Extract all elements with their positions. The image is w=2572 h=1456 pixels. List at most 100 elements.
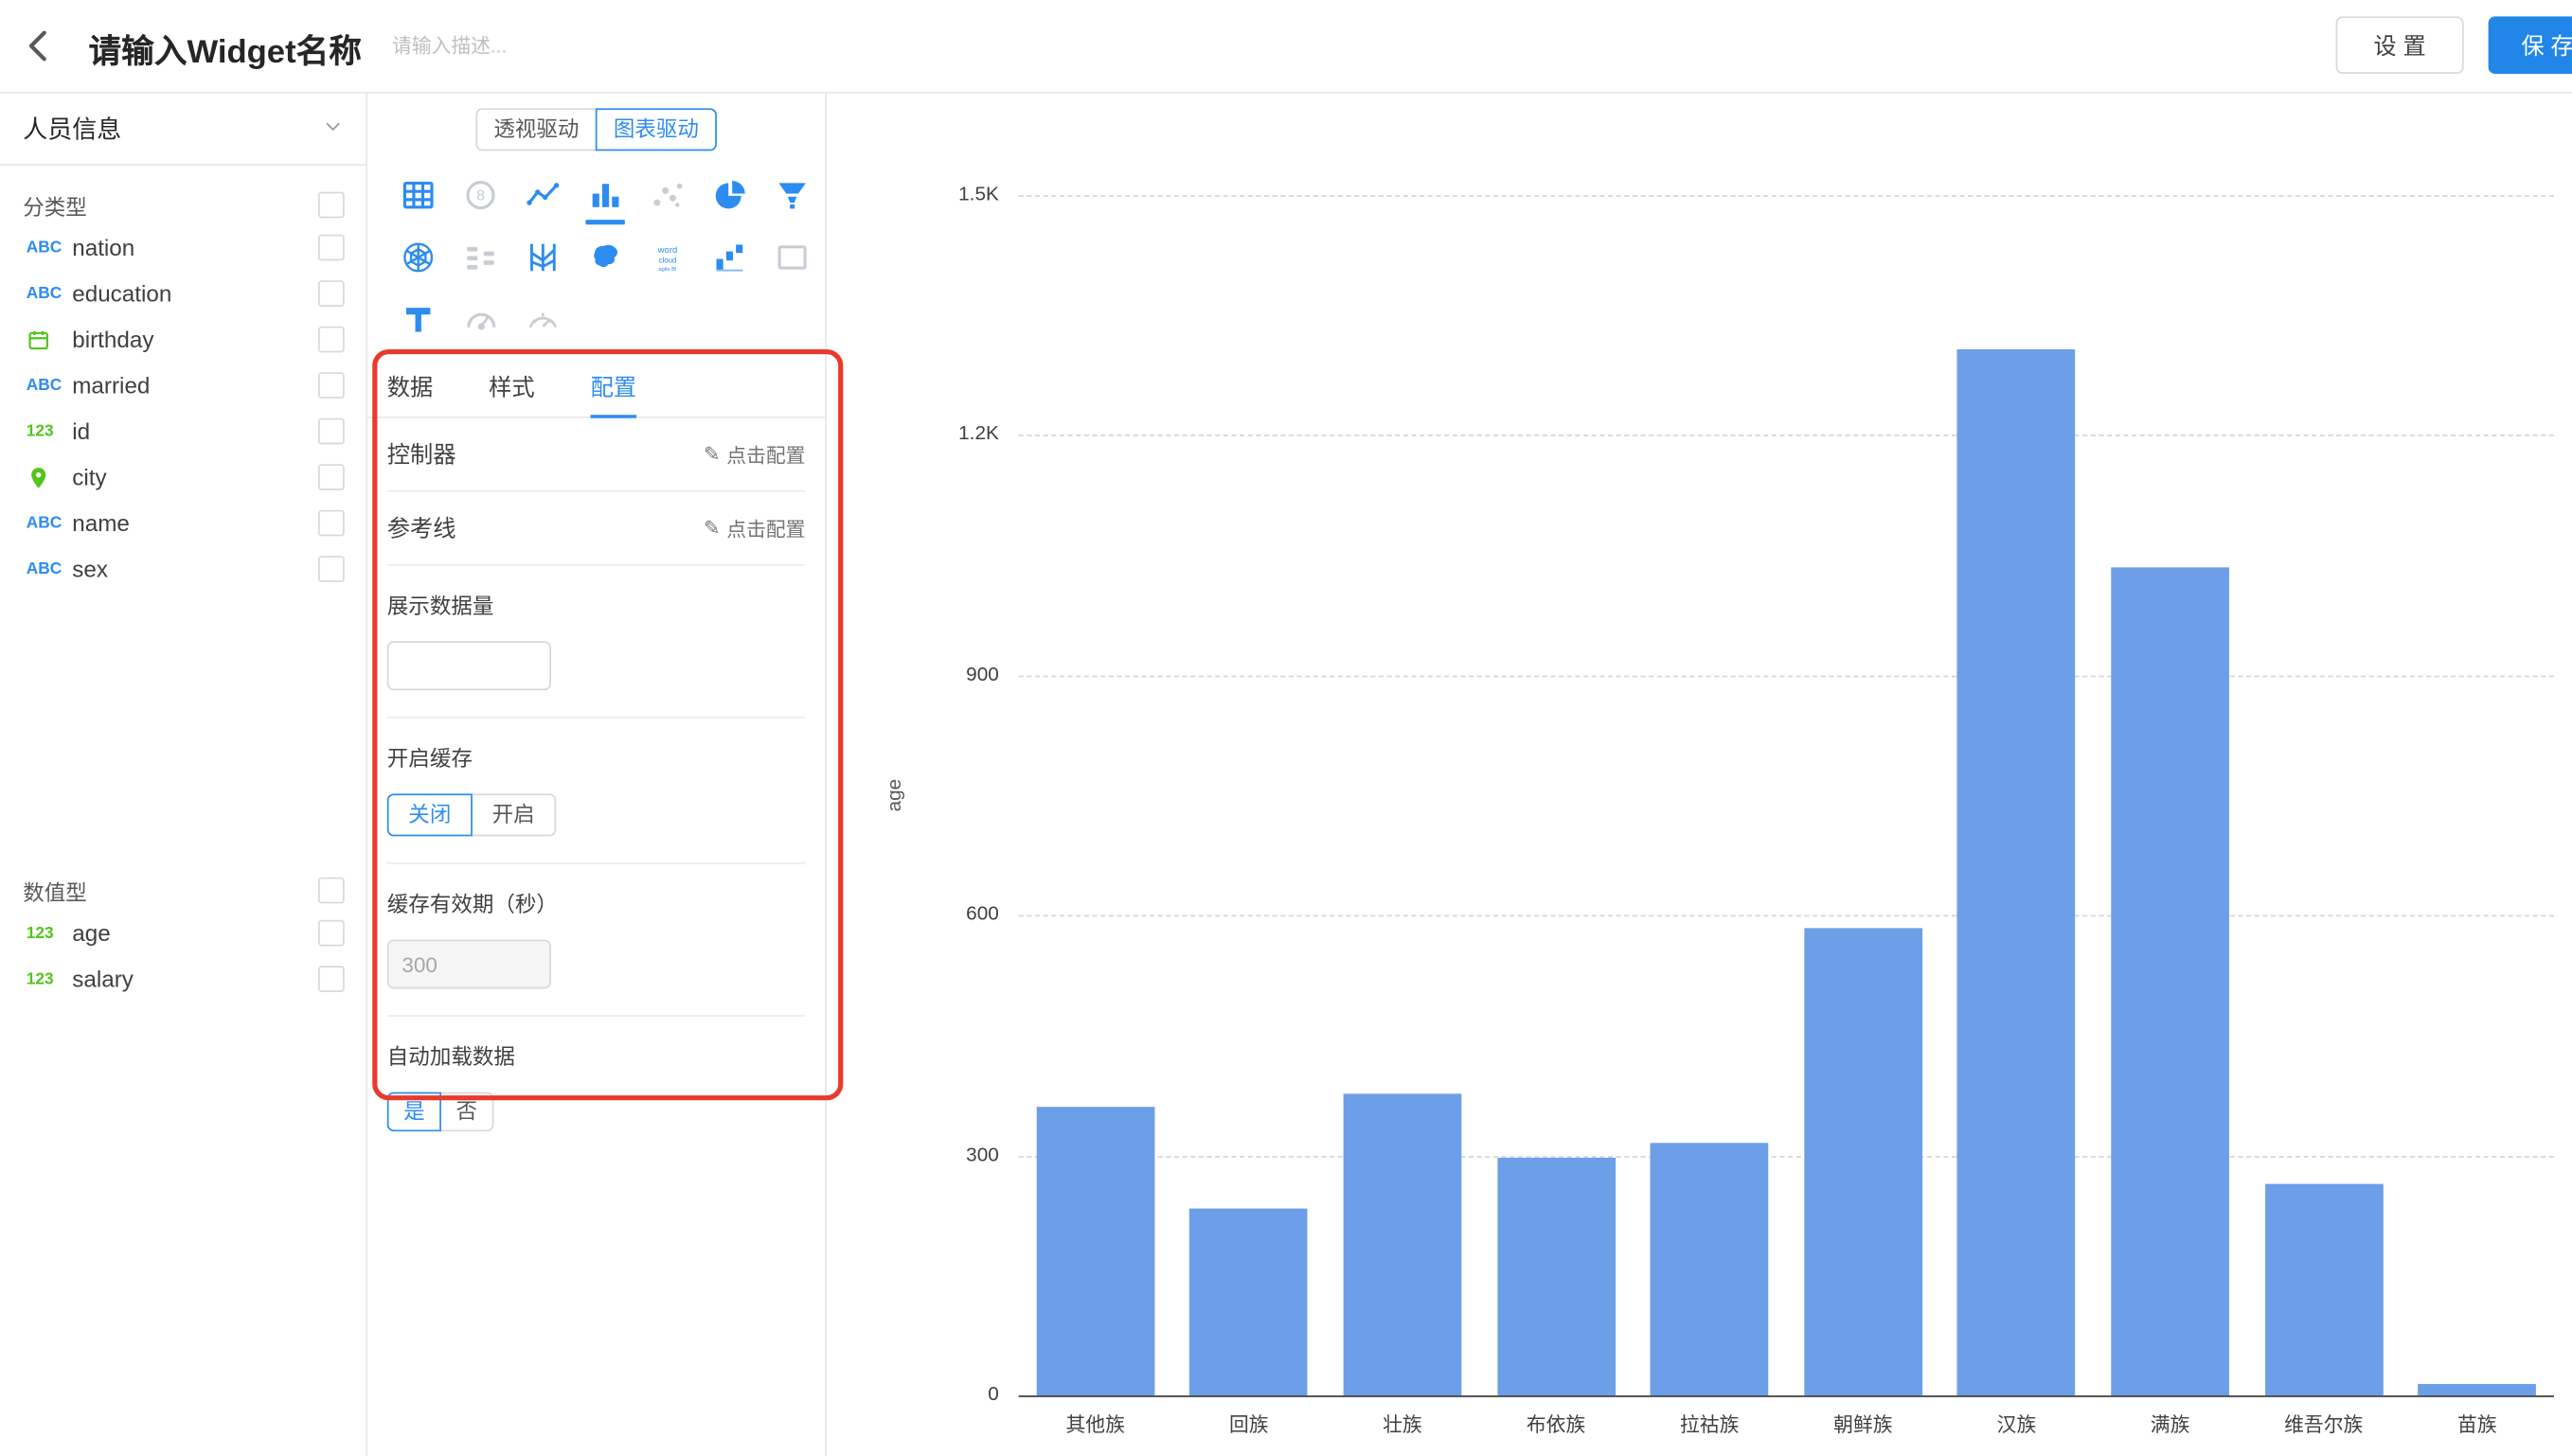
wordcloud-chart-icon[interactable]: wordcloudagile BI (636, 226, 699, 289)
reference-line-label: 参考线 (387, 511, 456, 544)
pencil-icon: ✎ (704, 443, 720, 466)
field-checkbox[interactable] (318, 510, 345, 537)
config-tab-数据[interactable]: 数据 (387, 361, 433, 417)
field-item[interactable]: city (0, 454, 366, 500)
cache-ttl-label: 缓存有效期（秒） (387, 887, 806, 918)
controller-row: 控制器 ✎ 点击配置 (387, 418, 806, 492)
field-checkbox[interactable] (318, 280, 345, 307)
field-item[interactable]: ABCsex (0, 546, 366, 592)
field-item[interactable]: ABCmarried (0, 363, 366, 408)
cache-toggle-label: 开启缓存 (387, 741, 806, 772)
pie-chart-icon[interactable] (699, 164, 761, 226)
123-number-icon: 123 (27, 422, 72, 440)
bar (1651, 1144, 1769, 1395)
cache-toggle: 关闭开启 (387, 793, 806, 836)
123-number-icon: 123 (27, 970, 72, 988)
display-count-input[interactable] (387, 641, 551, 690)
section-header: 分类型 (0, 186, 366, 225)
field-name: age (72, 920, 110, 947)
field-checkbox[interactable] (318, 327, 345, 353)
waterfall-chart-icon[interactable] (699, 226, 761, 289)
abc-string-icon: ABC (27, 285, 72, 303)
mode-tab[interactable]: 图表驱动 (596, 108, 717, 151)
section-checkbox[interactable] (318, 878, 345, 904)
config-tab-样式[interactable]: 样式 (489, 361, 534, 417)
y-tick-label: 900 (917, 662, 999, 684)
reference-line-configure-link[interactable]: ✎ 点击配置 (704, 514, 806, 542)
field-item[interactable]: birthday (0, 316, 366, 362)
text-chart-icon[interactable] (387, 289, 450, 351)
cache-ttl-input[interactable] (387, 940, 551, 989)
back-icon[interactable] (20, 27, 63, 69)
field-checkbox[interactable] (318, 920, 345, 947)
config-tab-配置[interactable]: 配置 (591, 361, 636, 417)
field-sidebar: 人员信息 分类型ABCnationABCeducationbirthdayABC… (0, 92, 367, 1456)
chevron-down-icon (323, 114, 343, 141)
gridline (1019, 1155, 2554, 1157)
save-button[interactable]: 保 存 (2489, 16, 2572, 74)
auto-load-option[interactable]: 是 (387, 1092, 441, 1132)
settings-button[interactable]: 设 置 (2336, 16, 2464, 74)
field-name: city (72, 464, 106, 490)
field-item[interactable]: ABCeducation (0, 271, 366, 316)
widget-title[interactable]: 请输入Widget名称 (89, 25, 362, 72)
gridline (1019, 915, 2554, 917)
y-tick-label: 1.2K (917, 422, 999, 445)
bar-chart-icon[interactable] (574, 164, 636, 226)
y-tick-label: 1.5K (917, 182, 999, 204)
calendar-icon (27, 328, 72, 352)
chart-config-panel: 透视驱动图表驱动 8 wordcloudagile BI 数据样式 配置 控制器 ✎… (367, 92, 827, 1456)
x-tick-label: 回族 (1172, 1411, 1326, 1438)
cache-toggle-group: 开启缓存 关闭开启 (387, 719, 806, 864)
x-tick-label: 拉祜族 (1633, 1411, 1786, 1438)
parallel-chart-icon[interactable] (511, 226, 574, 289)
widget-editor: 请输入Widget名称 设 置 保 存 人员信息 分类型ABCnationABC… (0, 0, 2572, 1456)
x-tick-label: 满族 (2094, 1411, 2247, 1438)
abc-string-icon: ABC (27, 239, 72, 257)
scorecard-chart-icon: 8 (450, 164, 512, 226)
display-count-label: 展示数据量 (387, 589, 806, 620)
field-item[interactable]: 123id (0, 408, 366, 453)
x-tick-label: 维吾尔族 (2247, 1411, 2401, 1438)
field-checkbox[interactable] (318, 235, 345, 261)
x-tick-label: 壮族 (1326, 1411, 1479, 1438)
dataset-selector[interactable]: 人员信息 (0, 92, 366, 166)
iframe-chart-icon (761, 226, 824, 289)
radar-chart-icon[interactable] (387, 226, 450, 289)
cache-option[interactable]: 关闭 (387, 793, 473, 836)
bar (1957, 348, 2076, 1395)
field-item[interactable]: 123salary (0, 956, 366, 1002)
description-input[interactable] (389, 33, 658, 60)
line-chart-icon[interactable] (511, 164, 574, 226)
field-checkbox[interactable] (318, 418, 345, 445)
field-item[interactable]: 123age (0, 910, 366, 955)
field-item[interactable]: ABCnation (0, 224, 366, 270)
cache-option[interactable]: 开启 (471, 793, 556, 836)
auto-load-option[interactable]: 否 (439, 1092, 493, 1132)
bar (1497, 1158, 1616, 1395)
chart-canvas: age 03006009001.2K1.5K其他族回族壮族布依族拉祜族朝鲜族汉族… (829, 92, 2572, 1456)
bar (2264, 1184, 2383, 1395)
abc-string-icon: ABC (27, 514, 72, 532)
controller-configure-link[interactable]: ✎ 点击配置 (704, 440, 806, 468)
table-chart-icon[interactable] (387, 164, 450, 226)
mode-tab[interactable]: 透视驱动 (475, 108, 597, 151)
field-checkbox[interactable] (318, 372, 345, 399)
display-count-group: 展示数据量 (387, 566, 806, 719)
section-header: 数值型 (0, 871, 366, 911)
bar (1036, 1108, 1154, 1395)
config-tabs: 数据样式 配置 (367, 361, 825, 418)
field-item[interactable]: ABCname (0, 500, 366, 545)
funnel-chart-icon[interactable] (761, 164, 824, 226)
y-axis-title: age (883, 779, 905, 812)
field-checkbox[interactable] (318, 966, 345, 992)
auto-load-label: 自动加载数据 (387, 1039, 806, 1071)
x-tick-label: 汉族 (1939, 1411, 2093, 1438)
section-checkbox[interactable] (318, 192, 345, 219)
section-label: 分类型 (23, 189, 87, 221)
123-number-icon: 123 (27, 924, 72, 942)
map-chart-icon[interactable] (574, 226, 636, 289)
gridline (1019, 195, 2554, 197)
field-checkbox[interactable] (318, 464, 345, 490)
field-checkbox[interactable] (318, 556, 345, 582)
